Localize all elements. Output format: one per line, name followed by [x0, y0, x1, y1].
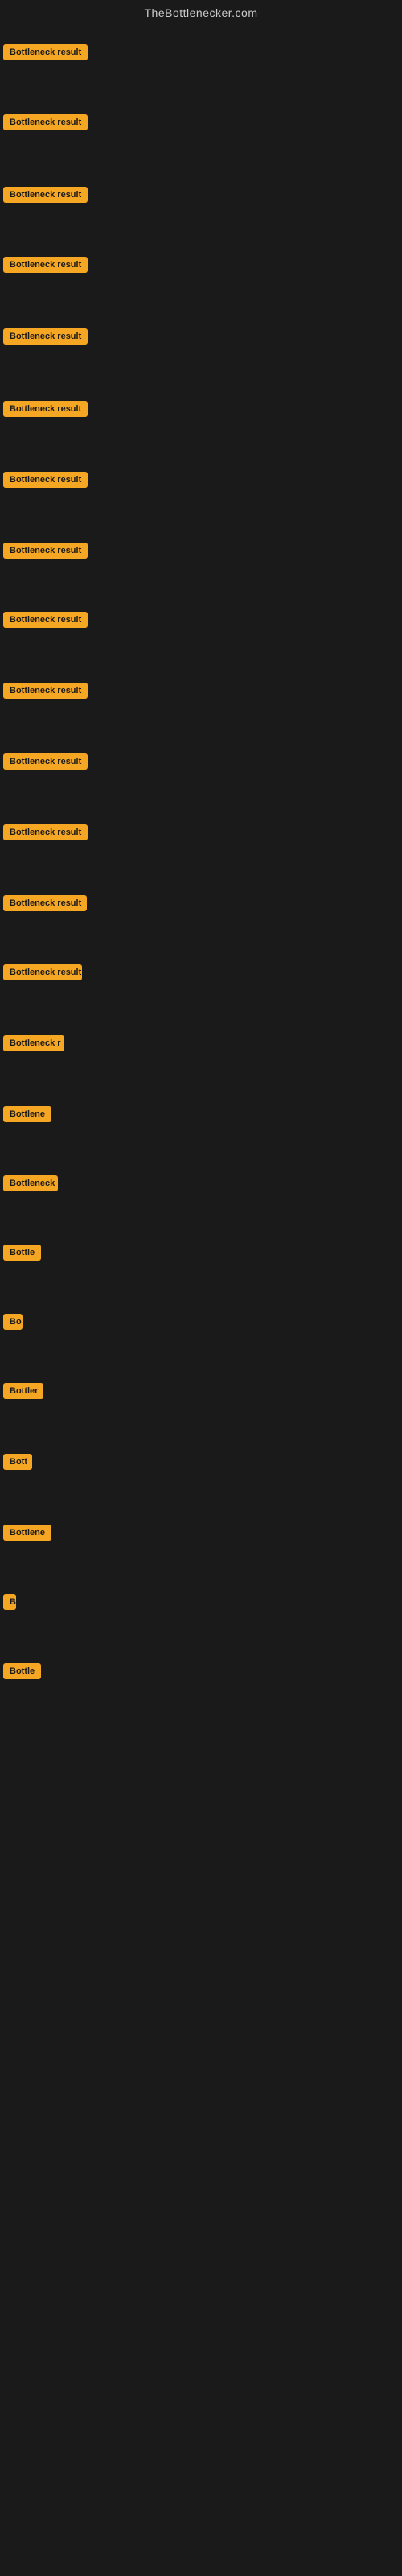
badge-row-11: Bottleneck result	[3, 753, 88, 774]
bottleneck-badge-21[interactable]: Bott	[3, 1454, 32, 1470]
badge-row-12: Bottleneck result	[3, 824, 88, 844]
bottleneck-badge-22[interactable]: Bottlene	[3, 1525, 51, 1541]
badge-row-18: Bottle	[3, 1245, 41, 1265]
bottleneck-badge-13[interactable]: Bottleneck result	[3, 895, 87, 911]
bottleneck-badge-3[interactable]: Bottleneck result	[3, 187, 88, 203]
bottleneck-badge-1[interactable]: Bottleneck result	[3, 44, 88, 60]
badge-row-21: Bott	[3, 1454, 32, 1474]
badge-row-8: Bottleneck result	[3, 543, 88, 563]
badge-row-24: Bottle	[3, 1663, 41, 1683]
bottleneck-badge-24[interactable]: Bottle	[3, 1663, 41, 1679]
badge-row-1: Bottleneck result	[3, 44, 88, 64]
bottleneck-badge-6[interactable]: Bottleneck result	[3, 401, 88, 417]
badge-row-6: Bottleneck result	[3, 401, 88, 421]
bottleneck-badge-16[interactable]: Bottlene	[3, 1106, 51, 1122]
badge-row-14: Bottleneck result	[3, 964, 82, 985]
bottleneck-badge-19[interactable]: Bo	[3, 1314, 23, 1330]
bottleneck-badge-4[interactable]: Bottleneck result	[3, 257, 88, 273]
site-title: TheBottlenecker.com	[0, 0, 402, 23]
badge-row-16: Bottlene	[3, 1106, 51, 1126]
badge-row-13: Bottleneck result	[3, 895, 87, 915]
badge-row-2: Bottleneck result	[3, 114, 88, 134]
badge-row-20: Bottler	[3, 1383, 43, 1403]
badge-row-3: Bottleneck result	[3, 187, 88, 207]
bottleneck-badge-15[interactable]: Bottleneck r	[3, 1035, 64, 1051]
bottleneck-badge-7[interactable]: Bottleneck result	[3, 472, 88, 488]
bottleneck-badge-10[interactable]: Bottleneck result	[3, 683, 88, 699]
bottleneck-badge-20[interactable]: Bottler	[3, 1383, 43, 1399]
bottleneck-badge-18[interactable]: Bottle	[3, 1245, 41, 1261]
bottleneck-badge-5[interactable]: Bottleneck result	[3, 328, 88, 345]
badge-row-10: Bottleneck result	[3, 683, 88, 703]
badge-row-22: Bottlene	[3, 1525, 51, 1545]
bottleneck-badge-2[interactable]: Bottleneck result	[3, 114, 88, 130]
bottleneck-badge-9[interactable]: Bottleneck result	[3, 612, 88, 628]
badge-row-7: Bottleneck result	[3, 472, 88, 492]
badge-row-5: Bottleneck result	[3, 328, 88, 349]
bottleneck-badge-14[interactable]: Bottleneck result	[3, 964, 82, 980]
badge-row-15: Bottleneck r	[3, 1035, 64, 1055]
bottleneck-badge-17[interactable]: Bottleneck	[3, 1175, 58, 1191]
badge-row-9: Bottleneck result	[3, 612, 88, 632]
bottleneck-badge-8[interactable]: Bottleneck result	[3, 543, 88, 559]
bottleneck-badge-11[interactable]: Bottleneck result	[3, 753, 88, 770]
bottleneck-badge-12[interactable]: Bottleneck result	[3, 824, 88, 840]
badge-row-17: Bottleneck	[3, 1175, 58, 1195]
bottleneck-badge-23[interactable]: B	[3, 1594, 16, 1610]
badge-row-23: B	[3, 1594, 16, 1614]
site-header: TheBottlenecker.com	[0, 0, 402, 23]
badge-row-4: Bottleneck result	[3, 257, 88, 277]
badge-row-19: Bo	[3, 1314, 23, 1334]
badges-container: Bottleneck result Bottleneck result Bottle…	[0, 23, 402, 2566]
